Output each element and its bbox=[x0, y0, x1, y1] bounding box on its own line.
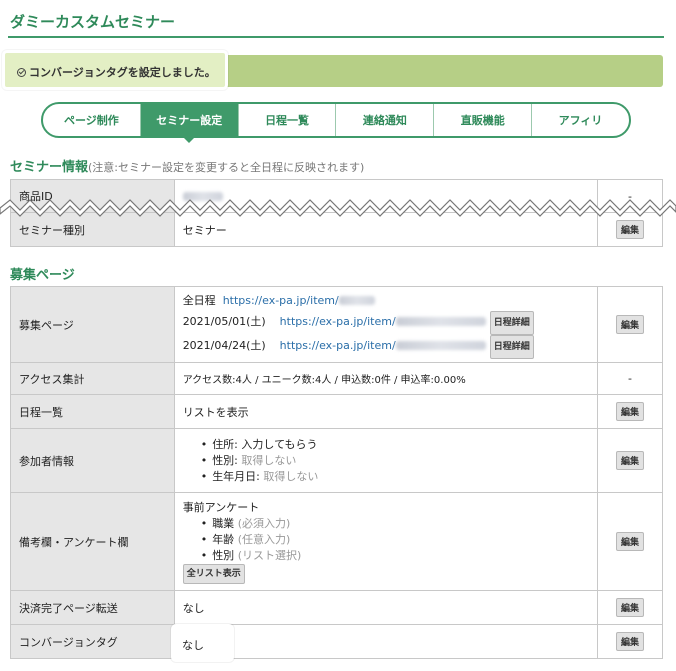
list-item: 性別 (リスト選択) bbox=[201, 548, 597, 564]
title-divider bbox=[8, 36, 664, 38]
table-row: 備考欄・アンケート欄 事前アンケート 職業 (必須入力) 年齢 (任意入力) 性… bbox=[10, 492, 663, 591]
all-dates-label: 全日程 bbox=[182, 293, 216, 307]
recruit-table: 募集ページ 全日程 https://ex-pa.jp/item/ 2021/05… bbox=[10, 286, 663, 659]
recruit-page-value: 全日程 https://ex-pa.jp/item/ 2021/05/01(土)… bbox=[173, 286, 599, 363]
field-status: 取得しない bbox=[263, 469, 319, 483]
blurred-url-part bbox=[395, 341, 486, 350]
redirect-value: なし bbox=[173, 590, 599, 625]
schedule-value[interactable]: リストを表示 bbox=[173, 394, 599, 429]
edit-button[interactable]: 編集 bbox=[616, 598, 645, 617]
redirect-label: 決済完了ページ転送 bbox=[10, 590, 175, 625]
alert-text: コンバージョンタグを設定しました。 bbox=[29, 66, 216, 79]
schedule-label: 日程一覧 bbox=[10, 394, 175, 429]
participant-list: 住所: 入力してもらう 性別: 取得しない 生年月日: 取得しない bbox=[201, 437, 597, 485]
edit-button[interactable]: 編集 bbox=[616, 220, 645, 239]
conversion-label: コンバージョンタグ bbox=[10, 624, 175, 659]
tab-affiliate[interactable]: アフィリ bbox=[532, 104, 629, 136]
seminar-info-title: セミナー情報 bbox=[10, 160, 89, 175]
field-name: 職業 bbox=[212, 516, 235, 530]
tab-direct-sales[interactable]: 直販機能 bbox=[434, 104, 533, 136]
survey-action: 編集 bbox=[597, 492, 663, 591]
field-name: 性別 bbox=[212, 548, 235, 562]
recruit-page-action: 編集 bbox=[597, 286, 663, 363]
list-item: 職業 (必須入力) bbox=[201, 516, 597, 532]
edit-button[interactable]: 編集 bbox=[616, 632, 645, 651]
table-row: 参加者情報 住所: 入力してもらう 性別: 取得しない 生年月日: 取得しない … bbox=[10, 428, 663, 493]
date1-label: 2021/05/01(土) bbox=[182, 314, 266, 328]
access-label: アクセス集計 bbox=[10, 362, 175, 395]
field-name: 生年月日: bbox=[212, 469, 260, 483]
field-name: 性別: bbox=[212, 453, 238, 467]
survey-list: 職業 (必須入力) 年齢 (任意入力) 性別 (リスト選択) bbox=[201, 516, 597, 564]
blurred-url-part bbox=[338, 296, 375, 305]
table-row: 日程一覧 リストを表示 編集 bbox=[10, 394, 663, 429]
show-all-list-button[interactable]: 全リスト表示 bbox=[182, 563, 245, 584]
survey-label: 備考欄・アンケート欄 bbox=[10, 492, 175, 591]
page-title: ダミーカスタムセミナー bbox=[10, 13, 176, 31]
torn-edge-divider bbox=[0, 199, 676, 217]
success-alert-message: コンバージョンタグを設定しました。 bbox=[17, 64, 216, 80]
date2-label: 2021/04/24(土) bbox=[182, 338, 266, 352]
check-circle-icon bbox=[17, 68, 26, 77]
field-note: (任意入力) bbox=[237, 532, 291, 546]
tab-page-production[interactable]: ページ制作 bbox=[43, 104, 141, 136]
table-row: 募集ページ 全日程 https://ex-pa.jp/item/ 2021/05… bbox=[10, 286, 663, 363]
blurred-url-part bbox=[395, 317, 486, 326]
all-dates-link[interactable]: https://ex-pa.jp/item/ bbox=[223, 294, 339, 307]
survey-heading: 事前アンケート bbox=[182, 500, 260, 514]
table-row: コンバージョンタグ 編集 bbox=[10, 624, 663, 659]
edit-button[interactable]: 編集 bbox=[616, 451, 645, 470]
settings-tab-bar: ページ制作 セミナー設定 日程一覧 連絡通知 直販機能 アフィリ bbox=[41, 102, 631, 138]
tab-schedule-list[interactable]: 日程一覧 bbox=[239, 104, 337, 136]
field-name: 住所: bbox=[212, 437, 238, 451]
edit-button[interactable]: 編集 bbox=[616, 315, 645, 334]
list-item: 性別: 取得しない bbox=[201, 453, 597, 469]
tab-seminar-settings[interactable]: セミナー設定 bbox=[140, 104, 239, 136]
conversion-action: 編集 bbox=[597, 624, 663, 659]
date-row-2: 2021/04/24(土) https://ex-pa.jp/item/日程詳細 bbox=[182, 334, 597, 359]
seminar-info-heading: セミナー情報(注意:セミナー設定を変更すると全日程に反映されます) bbox=[10, 156, 364, 175]
field-status: 入力してもらう bbox=[241, 437, 318, 451]
field-note: (リスト選択) bbox=[237, 548, 302, 562]
date1-link[interactable]: https://ex-pa.jp/item/ bbox=[280, 315, 396, 328]
recruit-page-label: 募集ページ bbox=[10, 286, 175, 363]
access-value: アクセス数:4人 / ユニーク数:4人 / 申込数:0件 / 申込率:0.00% bbox=[173, 362, 599, 395]
recruit-heading: 募集ページ bbox=[10, 268, 75, 283]
all-dates-row: 全日程 https://ex-pa.jp/item/ bbox=[183, 291, 597, 311]
redirect-action: 編集 bbox=[597, 590, 663, 625]
conversion-value-cell bbox=[173, 624, 599, 659]
schedule-action: 編集 bbox=[597, 394, 663, 429]
list-item: 年齢 (任意入力) bbox=[201, 532, 597, 548]
edit-button[interactable]: 編集 bbox=[616, 532, 645, 551]
participant-action: 編集 bbox=[597, 428, 663, 493]
date2-link[interactable]: https://ex-pa.jp/item/ bbox=[280, 339, 396, 352]
field-name: 年齢 bbox=[212, 532, 235, 546]
seminar-info-note: (注意:セミナー設定を変更すると全日程に反映されます) bbox=[88, 161, 365, 174]
edit-button[interactable]: 編集 bbox=[616, 402, 645, 421]
tab-notifications[interactable]: 連絡通知 bbox=[336, 104, 435, 136]
conversion-value: なし bbox=[182, 639, 204, 652]
access-action: - bbox=[597, 362, 663, 395]
table-row: 決済完了ページ転送 なし 編集 bbox=[10, 590, 663, 625]
list-item: 生年月日: 取得しない bbox=[201, 469, 597, 485]
active-tab-pointer bbox=[182, 136, 196, 143]
schedule-detail-button[interactable]: 日程詳細 bbox=[489, 334, 534, 359]
list-item: 住所: 入力してもらう bbox=[201, 437, 597, 453]
date-row-1: 2021/05/01(土) https://ex-pa.jp/item/日程詳細 bbox=[182, 310, 597, 335]
survey-value: 事前アンケート 職業 (必須入力) 年齢 (任意入力) 性別 (リスト選択) 全… bbox=[173, 492, 599, 591]
participant-label: 参加者情報 bbox=[10, 428, 175, 493]
schedule-detail-button[interactable]: 日程詳細 bbox=[489, 310, 534, 335]
field-status: 取得しない bbox=[241, 453, 297, 467]
table-row: アクセス集計 アクセス数:4人 / ユニーク数:4人 / 申込数:0件 / 申込… bbox=[10, 362, 663, 395]
participant-value: 住所: 入力してもらう 性別: 取得しない 生年月日: 取得しない bbox=[173, 428, 599, 493]
field-note: (必須入力) bbox=[237, 516, 291, 530]
